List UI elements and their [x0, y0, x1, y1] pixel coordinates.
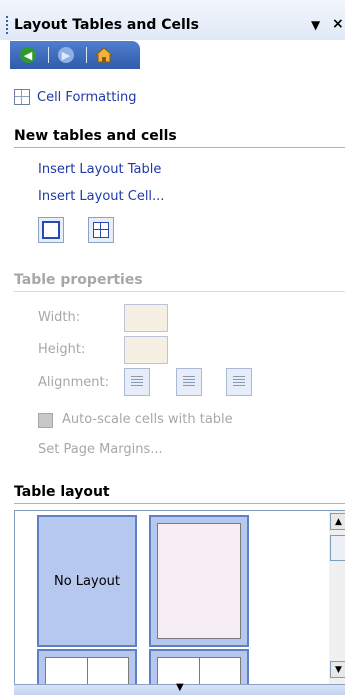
navigation-toolbar: ◀ ▶	[10, 41, 140, 69]
align-left-button[interactable]	[124, 368, 150, 396]
close-icon[interactable]: ×	[332, 16, 344, 32]
align-center-button[interactable]	[176, 368, 202, 396]
width-label: Width:	[38, 310, 81, 325]
draw-table-icon	[42, 221, 60, 239]
no-layout-label: No Layout	[53, 573, 120, 589]
height-label: Height:	[38, 342, 86, 357]
align-right-icon	[233, 376, 245, 388]
insert-layout-table-link[interactable]: Insert Layout Table	[38, 162, 161, 177]
alignment-label: Alignment:	[38, 375, 109, 390]
new-tables-header: New tables and cells	[14, 128, 177, 144]
layout-preview	[157, 657, 241, 685]
align-right-button[interactable]	[226, 368, 252, 396]
draw-layout-table-button[interactable]	[38, 217, 64, 243]
chevron-down-icon: ▼	[176, 682, 184, 693]
layout-preview	[45, 657, 129, 685]
layout-tile[interactable]	[149, 515, 249, 647]
width-field[interactable]	[124, 304, 168, 332]
cell-formatting-icon	[14, 89, 30, 105]
draw-cell-icon	[93, 222, 109, 238]
back-button[interactable]: ◀	[18, 45, 38, 65]
scroll-down-icon: ▼	[335, 664, 342, 675]
insert-layout-cell-link[interactable]: Insert Layout Cell...	[38, 189, 164, 204]
align-center-icon	[183, 376, 195, 388]
no-layout-tile[interactable]: No Layout	[37, 515, 137, 647]
gallery-scrollbar[interactable]: ▲ ▼	[329, 511, 345, 685]
table-layout-header: Table layout	[14, 484, 110, 500]
task-pane: Layout Tables and Cells ▼ × ◀ ▶ Cell For…	[0, 0, 345, 695]
cell-formatting-label: Cell Formatting	[37, 89, 137, 105]
align-left-icon	[131, 376, 143, 388]
draw-layout-cell-button[interactable]	[88, 217, 114, 243]
gallery-more-bar[interactable]: ▼	[14, 682, 345, 695]
table-properties-header: Table properties	[14, 272, 143, 288]
scroll-up-icon: ▲	[335, 516, 342, 527]
separator	[86, 47, 87, 63]
title-bar: Layout Tables and Cells ▼ ×	[0, 0, 345, 40]
scroll-down-button[interactable]: ▼	[330, 661, 345, 678]
set-page-margins-link[interactable]: Set Page Margins...	[38, 442, 163, 457]
cell-formatting-link[interactable]: Cell Formatting	[14, 89, 136, 105]
section-divider	[14, 291, 345, 292]
height-field[interactable]	[124, 336, 168, 364]
forward-button[interactable]: ▶	[56, 45, 76, 65]
autoscale-label: Auto-scale cells with table	[62, 412, 233, 427]
scroll-thumb[interactable]	[330, 535, 345, 561]
drag-grip-icon[interactable]	[6, 16, 8, 34]
scroll-up-button[interactable]: ▲	[330, 513, 345, 530]
pane-menu-icon[interactable]: ▼	[311, 18, 320, 32]
section-divider	[14, 503, 345, 504]
separator	[48, 47, 49, 63]
layout-tile[interactable]	[37, 649, 137, 685]
forward-arrow-icon: ▶	[58, 47, 74, 63]
pane-title: Layout Tables and Cells	[14, 17, 199, 33]
home-icon	[95, 47, 113, 63]
back-arrow-icon: ◀	[20, 47, 36, 63]
layout-tile[interactable]	[149, 649, 249, 685]
autoscale-checkbox[interactable]	[38, 413, 53, 428]
section-divider	[14, 147, 345, 148]
home-button[interactable]	[94, 45, 114, 65]
table-layout-gallery: No Layout ▲ ▼	[14, 510, 345, 686]
layout-preview	[157, 523, 241, 639]
